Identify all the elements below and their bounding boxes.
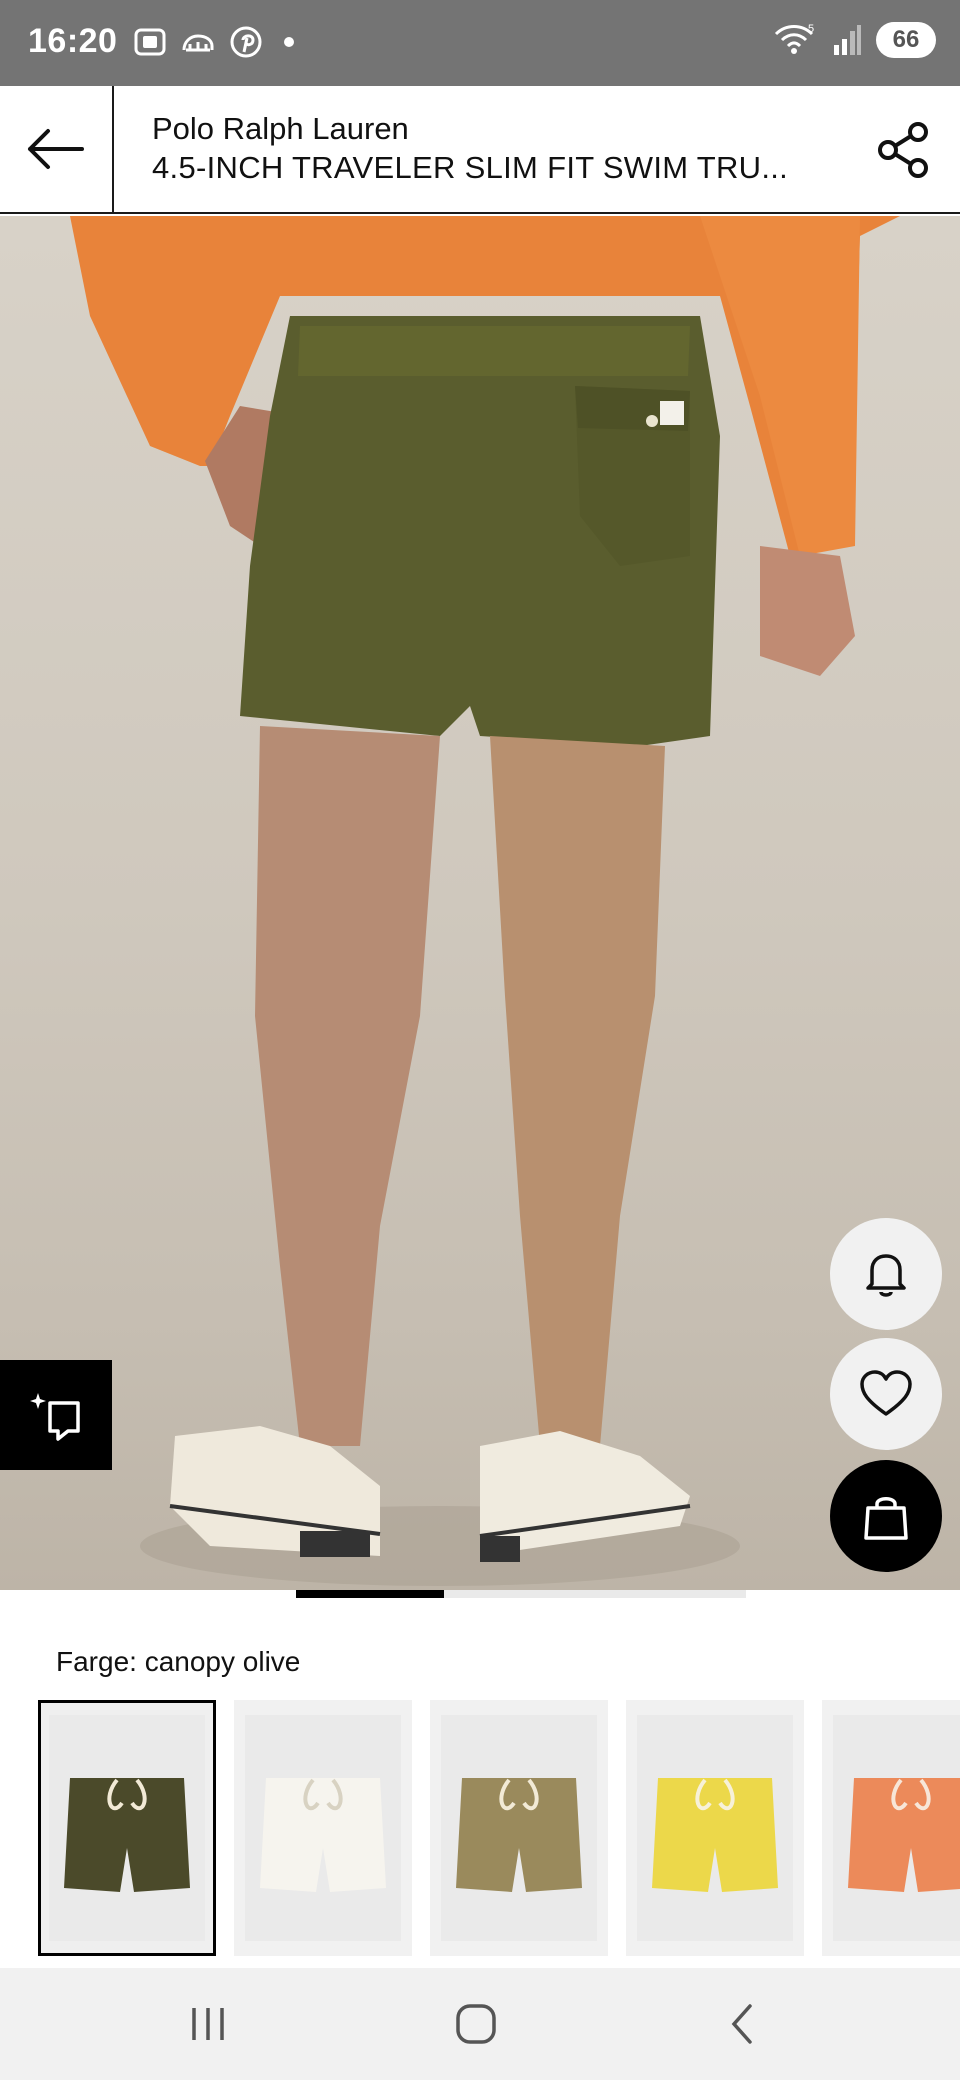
system-nav-bar bbox=[0, 1968, 960, 2080]
shorts-olive-image bbox=[64, 1778, 190, 1892]
screenshot-icon bbox=[134, 28, 166, 56]
pinterest-icon bbox=[230, 26, 262, 58]
swatch-yellow[interactable] bbox=[626, 1700, 804, 1956]
home-icon bbox=[456, 2004, 496, 2044]
product-photo bbox=[70, 216, 900, 1586]
status-time: 16:20 bbox=[28, 22, 118, 60]
status-icons-left bbox=[132, 24, 294, 60]
product-title: 4.5-INCH TRAVELER SLIM FIT SWIM TRU... bbox=[152, 150, 789, 185]
sparkle-tag-icon bbox=[30, 1393, 80, 1441]
bell-icon bbox=[866, 1254, 906, 1297]
add-to-cart-button[interactable] bbox=[830, 1460, 942, 1572]
pager-active-indicator bbox=[296, 1590, 444, 1598]
recent-apps-icon bbox=[192, 2008, 224, 2040]
title-block: Polo Ralph Lauren 4.5-INCH TRAVELER SLIM… bbox=[152, 110, 832, 188]
cloud-icon bbox=[182, 34, 214, 52]
recent-apps-button[interactable] bbox=[168, 1992, 248, 2056]
swatch-khaki[interactable] bbox=[430, 1700, 608, 1956]
notification-dot bbox=[284, 37, 294, 47]
home-button[interactable] bbox=[436, 1992, 516, 2056]
image-pager[interactable] bbox=[296, 1590, 746, 1598]
shorts-orange-image bbox=[848, 1778, 960, 1892]
swatch-orange[interactable] bbox=[822, 1700, 960, 1956]
top-app-bar: Polo Ralph Lauren 4.5-INCH TRAVELER SLIM… bbox=[0, 86, 960, 214]
status-icons-right: 5 66 bbox=[774, 22, 936, 58]
share-button[interactable] bbox=[872, 118, 936, 182]
product-image[interactable] bbox=[0, 216, 960, 1590]
nav-back-button[interactable] bbox=[704, 1992, 784, 2056]
shorts-khaki-image bbox=[456, 1778, 582, 1892]
svg-text:5: 5 bbox=[808, 23, 814, 35]
wishlist-button[interactable] bbox=[830, 1338, 942, 1450]
ai-try-on-button[interactable] bbox=[0, 1360, 112, 1470]
swatch-white[interactable] bbox=[234, 1700, 412, 1956]
battery-indicator: 66 bbox=[876, 22, 936, 58]
status-bar: 16:20 5 66 bbox=[0, 0, 960, 86]
swatch-canopy-olive[interactable] bbox=[38, 1700, 216, 1956]
signal-icon bbox=[834, 25, 861, 55]
brand-name: Polo Ralph Lauren bbox=[152, 111, 409, 146]
share-icon bbox=[878, 122, 928, 178]
shorts-white-image bbox=[260, 1778, 386, 1892]
color-swatch-list bbox=[38, 1700, 960, 1958]
wifi-icon: 5 bbox=[774, 23, 814, 54]
nav-back-icon bbox=[731, 2004, 752, 2044]
back-button[interactable] bbox=[0, 86, 114, 212]
shorts-yellow-image bbox=[652, 1778, 778, 1892]
heart-icon bbox=[860, 1370, 912, 1416]
color-label: Farge: canopy olive bbox=[56, 1646, 301, 1677]
notify-button[interactable] bbox=[830, 1218, 942, 1330]
bag-icon bbox=[864, 1497, 908, 1540]
arrow-left-icon bbox=[28, 129, 84, 169]
